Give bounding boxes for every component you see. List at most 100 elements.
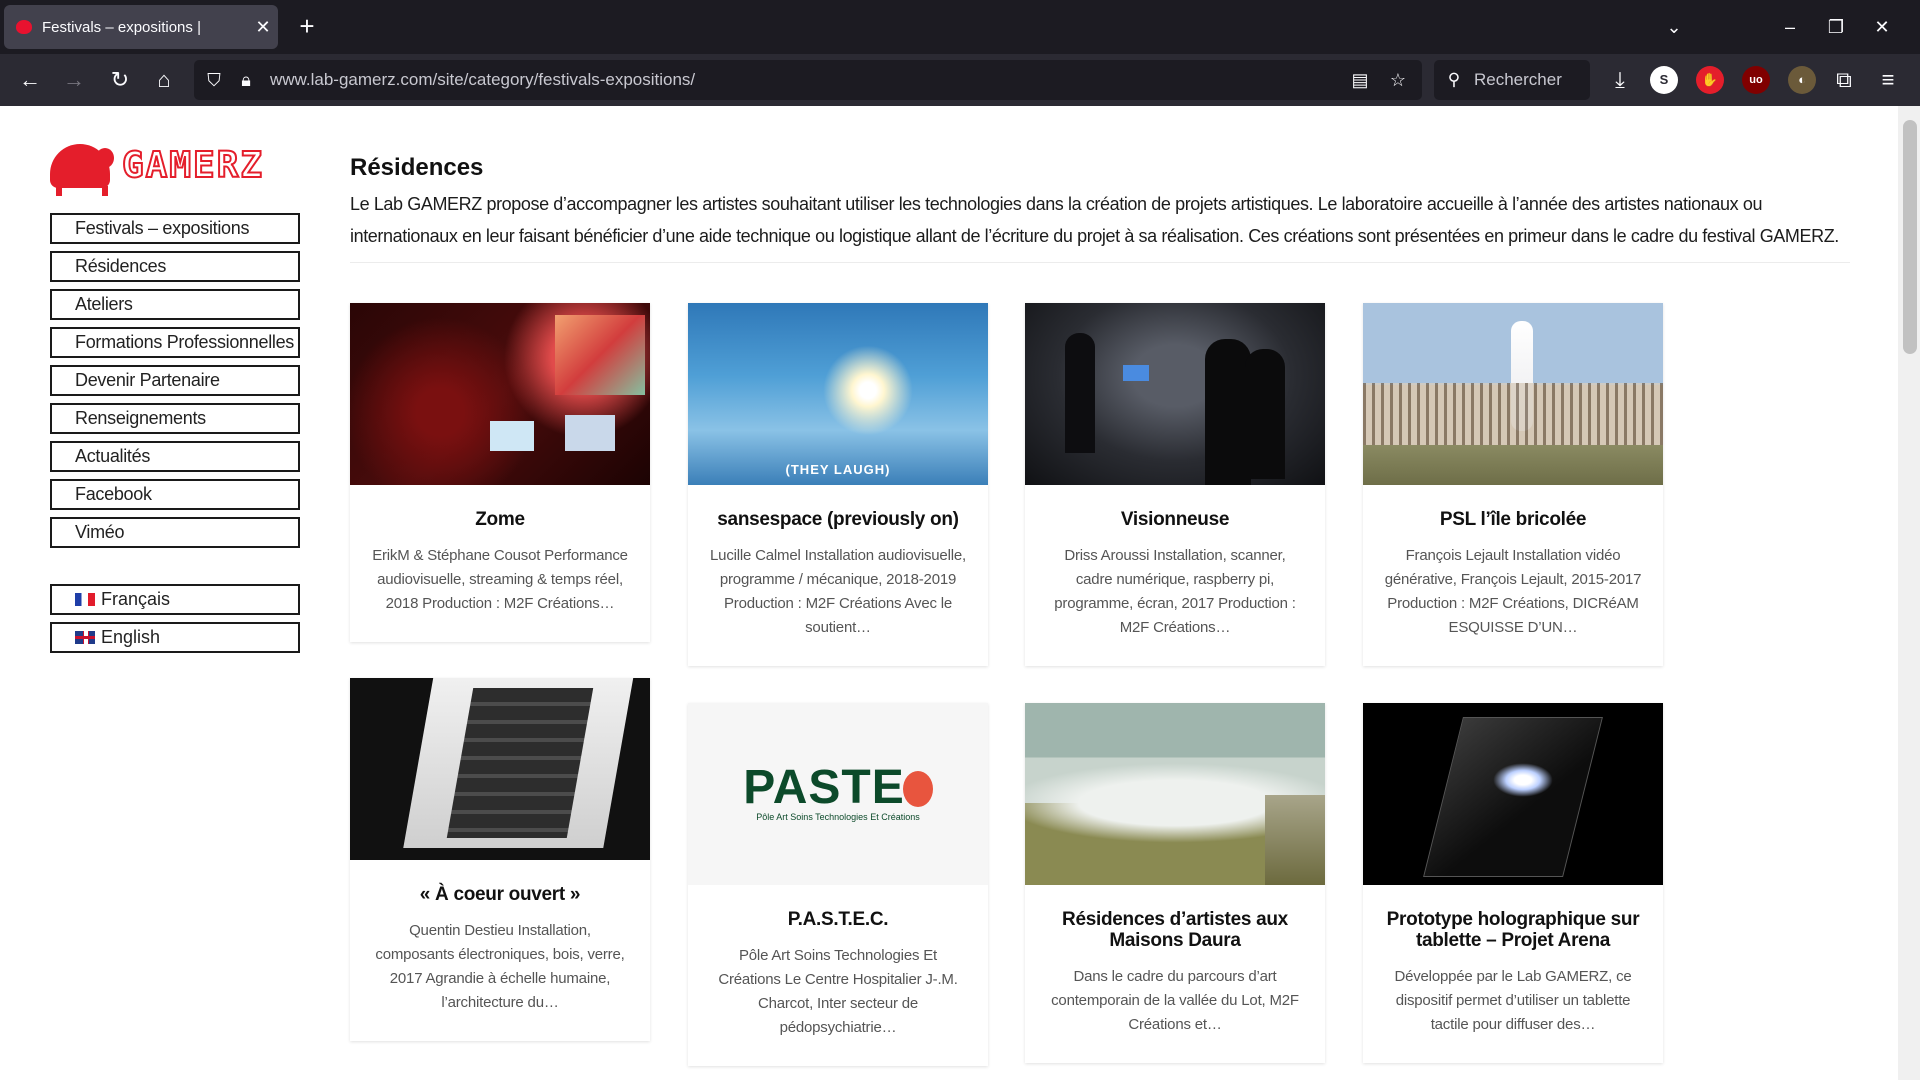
card-excerpt: Pôle Art Soins Technologies Et Créations…	[718, 947, 958, 1036]
menu-item-renseignements[interactable]: Renseignements	[50, 403, 300, 434]
extensions-puzzle-icon[interactable]: ⧉	[1828, 64, 1860, 96]
downloads-icon[interactable]: ⤓	[1604, 64, 1636, 96]
card-image[interactable]	[1363, 303, 1663, 485]
card-pastec[interactable]: PASTE Pôle Art Soins Technologies Et Cré…	[688, 703, 988, 1066]
card-coeur-ouvert[interactable]: « À coeur ouvert » Quentin Destieu Insta…	[350, 678, 650, 1041]
home-icon[interactable]: ⌂	[148, 64, 180, 96]
page-viewport: GAMERZ Festivals – expositions Résidence…	[0, 106, 1920, 1080]
browser-tabbar: Festivals – expositions | ✕ + ⌄ – ❐ ✕	[0, 0, 1920, 54]
tab-close-icon[interactable]: ✕	[248, 17, 278, 38]
app-menu-icon[interactable]: ≡	[1872, 64, 1904, 96]
reader-view-icon[interactable]: ▤	[1344, 64, 1376, 96]
card-image[interactable]: PASTE Pôle Art Soins Technologies Et Cré…	[688, 703, 988, 885]
intro-text: Le Lab GAMERZ propose d’accompagner les …	[350, 194, 1839, 246]
card-holographique[interactable]: Prototype holographique sur tablette – P…	[1363, 703, 1663, 1063]
card-title[interactable]: Résidences d’artistes aux Maisons Daura	[1025, 885, 1325, 951]
address-bar[interactable]: ⛉ 🔒︎ www.lab-gamerz.com/site/category/fe…	[194, 60, 1422, 100]
card-image[interactable]	[350, 678, 650, 860]
card-visionneuse[interactable]: Visionneuse Driss Aroussi Installation, …	[1025, 303, 1325, 666]
menu-item-vimeo[interactable]: Viméo	[50, 517, 300, 548]
shield-icon[interactable]: ⛉	[198, 64, 230, 96]
french-flag-icon	[75, 593, 95, 606]
card-sansespace[interactable]: (THEY LAUGH) sansespace (previously on) …	[688, 303, 988, 666]
extension-hand-icon[interactable]: ✋	[1696, 66, 1724, 94]
card-image[interactable]	[1025, 703, 1325, 885]
logo-wordmark: GAMERZ	[121, 145, 265, 187]
site-logo[interactable]: GAMERZ	[50, 140, 296, 196]
search-placeholder: Rechercher	[1474, 70, 1562, 89]
card-zome[interactable]: Zome ErikM & Stéphane Cousot Performance…	[350, 303, 650, 642]
list-tabs-icon[interactable]: ⌄	[1654, 12, 1694, 42]
language-french[interactable]: Français	[50, 584, 300, 615]
card-excerpt: Lucille Calmel Installation audiovisuell…	[710, 547, 966, 636]
menu-item-actualites[interactable]: Actualités	[50, 441, 300, 472]
card-excerpt: Driss Aroussi Installation, scanner, cad…	[1054, 547, 1296, 636]
monitor	[565, 415, 615, 451]
card-excerpt: ErikM & Stéphane Cousot Performance audi…	[372, 547, 628, 612]
scrollbar-thumb[interactable]	[1903, 120, 1917, 354]
visitor-silhouette	[1245, 349, 1285, 479]
divider	[350, 262, 1850, 263]
restore-icon[interactable]: ❐	[1816, 12, 1856, 42]
card-image[interactable]	[1363, 703, 1663, 885]
sheep-logo-icon	[50, 144, 114, 196]
extension-s-icon[interactable]: S	[1650, 66, 1678, 94]
sidebar-menu: Festivals – expositions Résidences Ateli…	[50, 213, 300, 555]
card-title[interactable]: Zome	[350, 485, 650, 530]
card-excerpt: François Lejault Installation vidéo géné…	[1384, 547, 1642, 636]
page-scrollbar[interactable]	[1898, 106, 1920, 1080]
card-image[interactable]	[350, 303, 650, 485]
language-label: English	[101, 627, 161, 647]
ublock-icon[interactable]: uo	[1742, 66, 1770, 94]
forward-icon[interactable]: →	[58, 64, 90, 96]
language-label: Français	[101, 589, 171, 609]
menu-item-facebook[interactable]: Facebook	[50, 479, 300, 510]
dune-grass	[1363, 445, 1663, 485]
window-close-icon[interactable]: ✕	[1862, 12, 1902, 42]
monitor	[490, 421, 534, 451]
menu-item-partenaire[interactable]: Devenir Partenaire	[50, 365, 300, 396]
image-caption: (THEY LAUGH)	[785, 462, 891, 477]
search-input[interactable]: ⚲ Rechercher	[1434, 60, 1590, 100]
card-excerpt: Dans le cadre du parcours d’art contempo…	[1051, 968, 1299, 1033]
screen	[1123, 365, 1149, 381]
browser-navbar: ← → ↻ ⌂ ⛉ 🔒︎ www.lab-gamerz.com/site/cat…	[0, 54, 1920, 106]
hologram-ship	[1493, 763, 1553, 797]
page-title: Résidences	[350, 154, 484, 181]
minimize-icon[interactable]: –	[1770, 12, 1810, 42]
cliff	[1265, 795, 1325, 885]
site-favicon-icon	[16, 20, 32, 34]
card-psl[interactable]: PSL l’île bricolée François Lejault Inst…	[1363, 303, 1663, 666]
extension-mask-icon[interactable]: ◐	[1788, 66, 1816, 94]
new-tab-button[interactable]: +	[292, 12, 322, 42]
fence	[1363, 383, 1663, 453]
card-excerpt: Développée par le Lab GAMERZ, ce disposi…	[1394, 968, 1632, 1033]
projection-screen	[555, 315, 645, 395]
card-title[interactable]: Prototype holographique sur tablette – P…	[1363, 885, 1663, 951]
card-image[interactable]: (THEY LAUGH)	[688, 303, 988, 485]
card-excerpt: Quentin Destieu Installation, composants…	[375, 922, 625, 1011]
bookmark-star-icon[interactable]: ☆	[1382, 64, 1414, 96]
menu-item-formations[interactable]: Formations Professionnelles	[50, 327, 300, 358]
card-title[interactable]: PSL l’île bricolée	[1363, 485, 1663, 530]
hologram-prism	[1423, 717, 1603, 877]
browser-tab-active[interactable]: Festivals – expositions | ✕	[4, 5, 278, 49]
card-title[interactable]: « À coeur ouvert »	[350, 860, 650, 905]
reload-icon[interactable]: ↻	[104, 64, 136, 96]
card-maisons-daura[interactable]: Résidences d’artistes aux Maisons Daura …	[1025, 703, 1325, 1063]
tab-title: Festivals – expositions |	[42, 18, 201, 36]
pastec-logo-text: PASTE	[743, 761, 905, 814]
back-icon[interactable]: ←	[14, 64, 46, 96]
card-title[interactable]: P.A.S.T.E.C.	[688, 885, 988, 930]
card-image[interactable]	[1025, 303, 1325, 485]
card-title[interactable]: Visionneuse	[1025, 485, 1325, 530]
visitor-silhouette	[1065, 333, 1095, 453]
card-title[interactable]: sansespace (previously on)	[688, 485, 988, 530]
menu-item-ateliers[interactable]: Ateliers	[50, 289, 300, 320]
pastec-logo: PASTE	[743, 764, 933, 812]
url-text[interactable]: www.lab-gamerz.com/site/category/festiva…	[270, 60, 695, 100]
lock-icon[interactable]: 🔒︎	[230, 64, 262, 96]
language-english[interactable]: English	[50, 622, 300, 653]
menu-item-festivals[interactable]: Festivals – expositions	[50, 213, 300, 244]
menu-item-residences[interactable]: Résidences	[50, 251, 300, 282]
